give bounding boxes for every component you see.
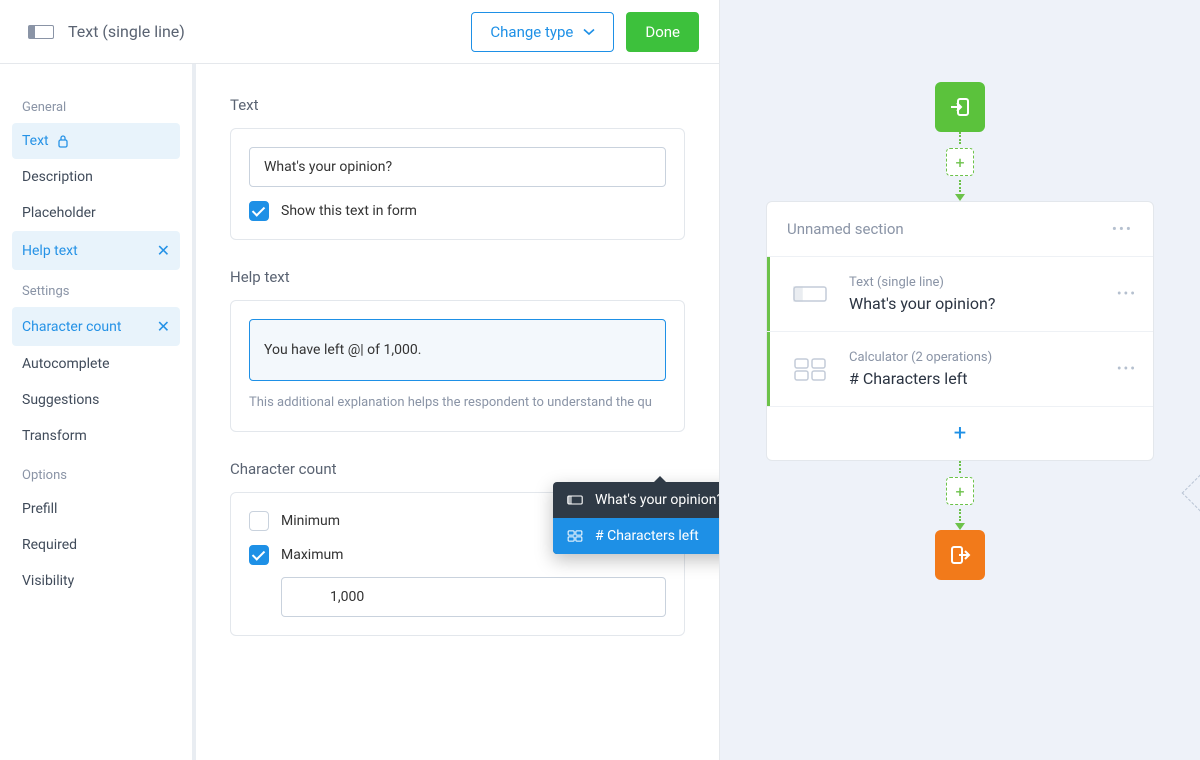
content-area: Text Show this text in form Help text Th…	[196, 64, 719, 760]
popup-item-label: What's your opinion?	[595, 492, 719, 508]
text-field-icon	[792, 281, 828, 307]
sidebar-item-label: Required	[22, 537, 77, 553]
maximum-label: Maximum	[281, 547, 343, 563]
maximum-checkbox[interactable]	[249, 545, 269, 565]
sidebar: General Text Description Placeholder Hel…	[0, 64, 196, 760]
sidebar-item-label: Visibility	[22, 573, 74, 589]
change-type-button[interactable]: Change type	[471, 12, 614, 52]
exit-icon	[948, 543, 972, 567]
sidebar-item-text[interactable]: Text	[12, 123, 180, 159]
sidebar-item-character-count[interactable]: Character count ✕	[12, 307, 180, 346]
done-button[interactable]: Done	[626, 12, 699, 52]
reference-popup: What's your opinion? # Characters left	[553, 482, 719, 554]
sidebar-item-suggestions[interactable]: Suggestions	[12, 382, 180, 418]
sidebar-item-label: Autocomplete	[22, 356, 110, 372]
calculator-icon	[567, 530, 583, 542]
text-field-icon	[567, 494, 583, 506]
sidebar-head-options: Options	[12, 460, 180, 491]
sidebar-head-settings: Settings	[12, 276, 180, 307]
sidebar-item-label: Description	[22, 169, 93, 185]
popup-item-characters-left[interactable]: # Characters left	[553, 518, 719, 554]
sidebar-item-label: Character count	[22, 319, 121, 335]
flow-canvas[interactable]: + Unnamed section ••• Text (single line)…	[720, 0, 1200, 760]
flow-add-button[interactable]: +	[946, 477, 974, 505]
sidebar-item-help-text[interactable]: Help text ✕	[12, 231, 180, 270]
sidebar-item-transform[interactable]: Transform	[12, 418, 180, 454]
section-card: Unnamed section ••• Text (single line) W…	[766, 201, 1154, 461]
text-field-icon	[28, 25, 54, 39]
section-help-title: Help text	[230, 268, 685, 286]
close-icon[interactable]: ✕	[157, 317, 170, 336]
sidebar-item-autocomplete[interactable]: Autocomplete	[12, 346, 180, 382]
sidebar-item-label: Placeholder	[22, 205, 96, 221]
section-card-title: Unnamed section	[787, 220, 904, 238]
flow-start-node[interactable]	[935, 82, 985, 132]
card-add-button[interactable]: +	[767, 406, 1153, 460]
flow-row-title: What's your opinion?	[849, 294, 1109, 313]
sidebar-item-visibility[interactable]: Visibility	[12, 563, 180, 599]
section-count-title: Character count	[230, 460, 685, 478]
arrow-down-icon	[955, 194, 965, 201]
calculator-icon	[792, 356, 828, 382]
sidebar-item-label: Transform	[22, 428, 87, 444]
flow-add-button[interactable]: +	[946, 148, 974, 176]
minimum-checkbox[interactable]	[249, 511, 269, 531]
section-menu-button[interactable]: •••	[1112, 220, 1133, 238]
sidebar-item-prefill[interactable]: Prefill	[12, 491, 180, 527]
flow-row-title: # Characters left	[849, 369, 1109, 388]
section-text-title: Text	[230, 96, 685, 114]
close-icon[interactable]: ✕	[157, 241, 170, 260]
title-text: Text (single line)	[68, 22, 185, 41]
help-panel: This additional explanation helps the re…	[230, 300, 685, 432]
flow-row-type: Calculator (2 operations)	[849, 350, 1109, 365]
text-panel: Show this text in form	[230, 128, 685, 240]
sidebar-item-description[interactable]: Description	[12, 159, 180, 195]
maximum-input[interactable]	[281, 577, 666, 617]
sidebar-item-label: Prefill	[22, 501, 57, 517]
chevron-down-icon	[583, 26, 595, 38]
row-menu-button[interactable]: •••	[1117, 286, 1153, 302]
sidebar-item-label: Text	[22, 133, 49, 149]
flow-row-type: Text (single line)	[849, 275, 1109, 290]
sidebar-item-required[interactable]: Required	[12, 527, 180, 563]
show-in-form-checkbox[interactable]	[249, 201, 269, 221]
question-text-input[interactable]	[249, 147, 666, 187]
show-in-form-label: Show this text in form	[281, 203, 417, 219]
arrow-down-icon	[955, 523, 965, 530]
done-label: Done	[645, 23, 680, 41]
change-type-label: Change type	[490, 23, 573, 41]
help-text-input[interactable]	[249, 319, 666, 381]
flow-end-node[interactable]	[935, 530, 985, 580]
sidebar-item-placeholder[interactable]: Placeholder	[12, 195, 180, 231]
popup-item-label: # Characters left	[595, 528, 699, 544]
popup-item-question[interactable]: What's your opinion?	[553, 482, 719, 518]
sidebar-item-label: Help text	[22, 243, 78, 259]
flow-row-text[interactable]: Text (single line) What's your opinion? …	[767, 256, 1153, 331]
row-menu-button[interactable]: •••	[1117, 361, 1153, 377]
lock-icon	[57, 134, 69, 148]
enter-icon	[948, 95, 972, 119]
page-title: Text (single line)	[28, 22, 185, 41]
help-hint-text: This additional explanation helps the re…	[249, 393, 666, 413]
minimum-label: Minimum	[281, 513, 340, 529]
sidebar-head-general: General	[12, 92, 180, 123]
sidebar-item-label: Suggestions	[22, 392, 99, 408]
flow-row-calculator[interactable]: Calculator (2 operations) # Characters l…	[767, 331, 1153, 406]
